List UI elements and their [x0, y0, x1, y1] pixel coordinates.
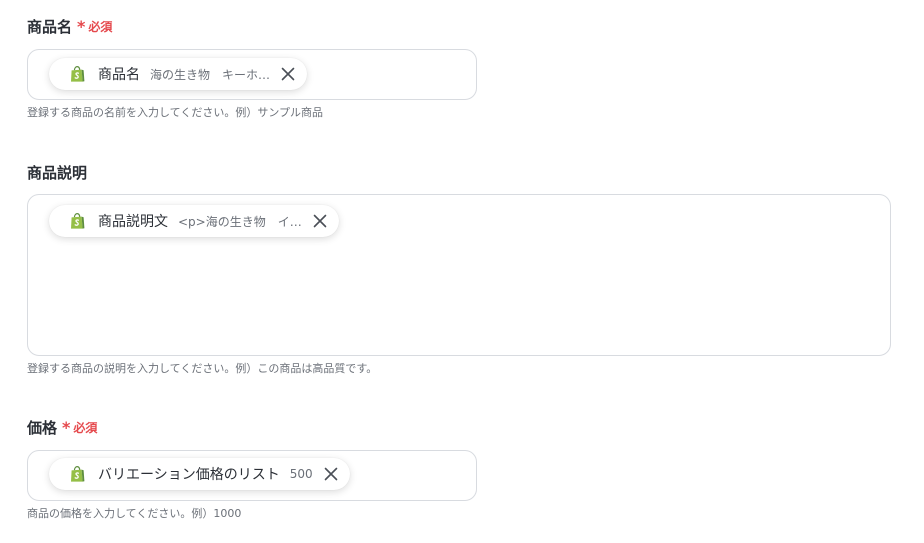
field-label-price: 価格 * 必須 [27, 417, 97, 438]
variable-chip-price[interactable]: バリエーション価格のリスト 500 [49, 458, 350, 490]
field-label-product-description: 商品説明 [27, 162, 87, 183]
required-badge: 必須 [73, 421, 98, 435]
chip-value-preview: <p>海の生き物 イ… [178, 214, 302, 229]
field-label-text: 商品名 [27, 18, 73, 36]
product-name-input[interactable]: 商品名 海の生き物 キーホ… [27, 49, 477, 100]
help-text-product-name: 登録する商品の名前を入力してください。例）サンプル商品 [27, 106, 324, 119]
shopify-icon [69, 212, 87, 230]
chip-label: 商品名 [98, 67, 140, 83]
close-icon[interactable] [322, 465, 340, 483]
help-text-product-description: 登録する商品の説明を入力してください。例）この商品は高品質です。 [27, 362, 378, 375]
variable-chip-product-description[interactable]: 商品説明文 <p>海の生き物 イ… [49, 205, 339, 237]
shopify-icon [69, 65, 87, 83]
required-asterisk: * [62, 418, 71, 437]
help-text-price: 商品の価格を入力してください。例）1000 [27, 507, 242, 520]
chip-value-preview: 500 [289, 467, 313, 481]
required-badge: 必須 [88, 20, 113, 34]
close-icon[interactable] [311, 212, 329, 230]
field-label-product-name: 商品名 * 必須 [27, 16, 112, 37]
variable-chip-product-name[interactable]: 商品名 海の生き物 キーホ… [49, 58, 308, 90]
chip-label: 商品説明文 [98, 214, 168, 230]
chip-label: バリエーション価格のリスト [98, 467, 280, 483]
required-asterisk: * [77, 17, 86, 36]
shopify-icon [69, 465, 87, 483]
field-label-text: 価格 [27, 419, 58, 437]
field-label-text: 商品説明 [27, 164, 88, 182]
chip-value-preview: 海の生き物 キーホ… [150, 67, 271, 82]
product-description-textarea[interactable]: 商品説明文 <p>海の生き物 イ… [27, 194, 891, 356]
price-input[interactable]: バリエーション価格のリスト 500 [27, 450, 477, 501]
close-icon[interactable] [279, 65, 297, 83]
